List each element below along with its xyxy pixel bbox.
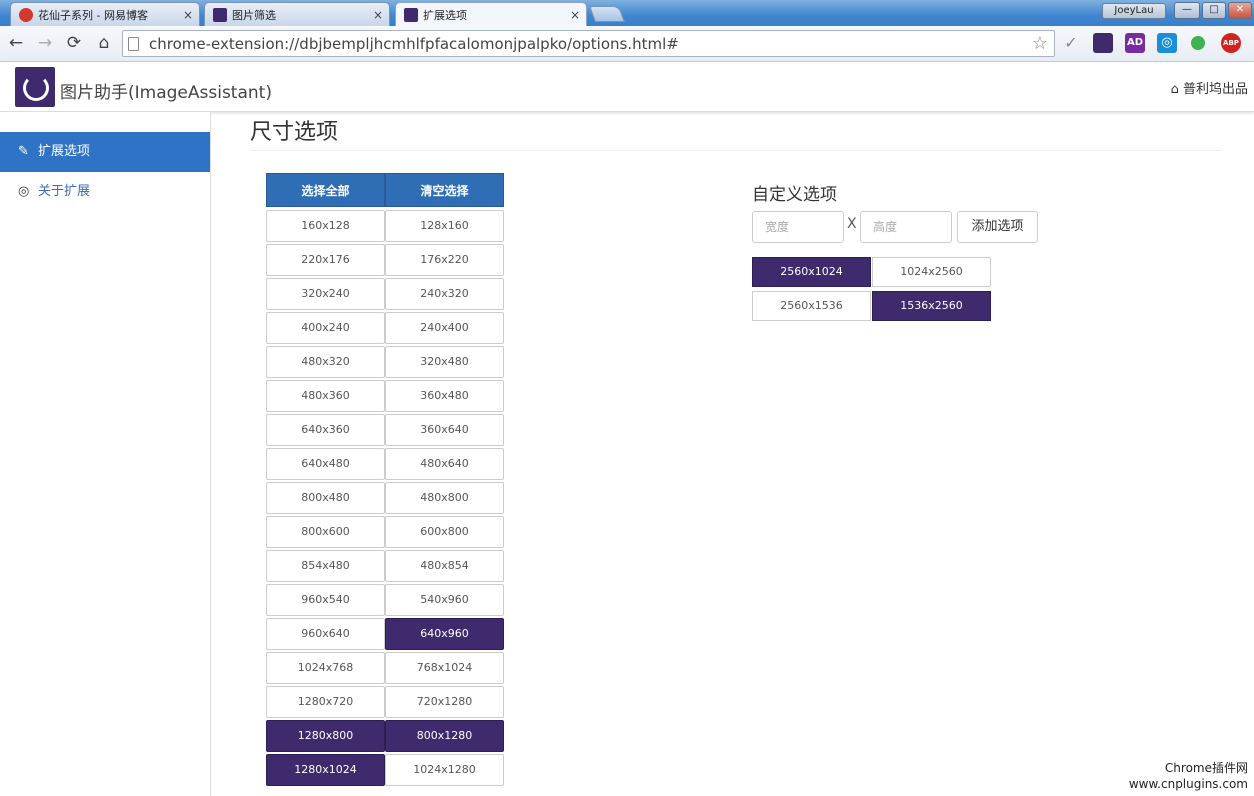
size-option-button[interactable]: 360x480 [385,380,504,412]
height-input[interactable] [860,211,952,243]
size-option-button[interactable]: 160x128 [266,210,385,242]
home-link[interactable]: ⌂ 普利坞出品 [1171,78,1248,97]
sidebar-item-label: 扩展选项 [38,144,91,159]
home-link-label: 普利坞出品 [1182,82,1248,97]
sidebar-item-about[interactable]: ◎ 关于扩展 [0,172,210,212]
custom-size-option-button[interactable]: 1536x2560 [872,291,991,321]
app-logo-icon[interactable] [15,67,55,107]
custom-options-title: 自定义选项 [752,185,837,205]
forward-arrow-icon[interactable]: → [33,31,57,55]
imageassistant-favicon-icon [404,7,418,22]
watermark-line: Chrome插件网 [1164,761,1248,775]
close-icon[interactable]: × [570,8,580,22]
size-option-button[interactable]: 480x800 [385,482,504,514]
size-option-button[interactable]: 800x600 [266,516,385,548]
screenshot-extension-icon[interactable]: ◎ [1157,33,1177,53]
netease-favicon-icon [19,7,33,22]
size-option-button[interactable]: 720x1280 [385,686,504,718]
browser-tab[interactable]: 图片筛选 × [204,2,390,26]
size-option-button[interactable]: 600x800 [385,516,504,548]
imageassistant-favicon-icon [213,7,227,22]
size-option-button[interactable]: 220x176 [266,244,385,276]
size-option-button[interactable]: 540x960 [385,584,504,616]
size-option-button[interactable]: 480x640 [385,448,504,480]
add-option-button[interactable]: 添加选项 [957,211,1038,243]
sidebar-item-label: 关于扩展 [38,184,91,199]
size-option-button[interactable]: 640x960 [385,618,504,650]
custom-size-option-button[interactable]: 2560x1024 [752,257,871,287]
minimize-button[interactable]: — [1174,2,1200,19]
size-option-button[interactable]: 1280x800 [266,720,385,752]
ad-extension-icon[interactable]: AD [1125,33,1145,53]
tab-title: 扩展选项 [423,8,467,22]
tab-title: 花仙子系列 - 网易博客 [38,8,148,22]
clear-selection-button[interactable]: 清空选择 [385,173,504,207]
close-icon[interactable]: × [373,8,383,22]
close-icon[interactable]: × [183,8,193,22]
close-window-button[interactable]: ✕ [1228,2,1252,19]
size-option-button[interactable]: 320x240 [266,278,385,310]
tab-title: 图片筛选 [232,8,276,22]
maximize-button[interactable]: □ [1202,2,1226,19]
divider [250,150,1222,151]
app-title[interactable]: 图片助手(ImageAssistant) [60,78,272,103]
custom-size-option-button[interactable]: 1024x2560 [872,257,991,287]
wrench-icon: ✎ [18,144,29,159]
size-option-button[interactable]: 240x400 [385,312,504,344]
size-option-button[interactable]: 854x480 [266,550,385,582]
size-option-button[interactable]: 1024x768 [266,652,385,684]
size-option-button[interactable]: 480x360 [266,380,385,412]
app-header: 图片助手(ImageAssistant) ⌂ 普利坞出品 [0,62,1254,112]
page-icon [128,37,139,51]
address-bar-url[interactable]: chrome-extension://dbjbempljhcmhlfpfacal… [149,35,679,53]
browser-tab[interactable]: 花仙子系列 - 网易博客 × [10,2,200,26]
size-option-button[interactable]: 1280x1024 [266,754,385,786]
user-profile-badge[interactable]: JoeyLau [1102,3,1166,19]
width-input[interactable] [752,211,844,243]
size-option-button[interactable]: 1024x1280 [385,754,504,786]
size-option-button[interactable]: 176x220 [385,244,504,276]
browser-tab-active[interactable]: 扩展选项 × [395,2,587,26]
size-option-button[interactable]: 768x1024 [385,652,504,684]
home-icon[interactable]: ⌂ [92,31,116,55]
status-dot-icon[interactable] [1191,36,1205,50]
size-option-button[interactable]: 640x480 [266,448,385,480]
size-option-button[interactable]: 480x854 [385,550,504,582]
home-icon: ⌂ [1170,82,1179,97]
reload-icon[interactable]: ⟳ [62,31,86,55]
times-separator: X [847,216,857,232]
back-arrow-icon[interactable]: ← [4,31,28,55]
sidebar-item-options[interactable]: ✎ 扩展选项 [0,132,210,172]
select-all-button[interactable]: 选择全部 [266,173,385,207]
browser-tab-strip: 花仙子系列 - 网易博客 × 图片筛选 × 扩展选项 × JoeyLau — □… [0,0,1254,26]
size-option-button[interactable]: 800x480 [266,482,385,514]
sidebar: ✎ 扩展选项 ◎ 关于扩展 [0,112,211,796]
size-option-button[interactable]: 128x160 [385,210,504,242]
browser-toolbar: ← → ⟳ ⌂ chrome-extension://dbjbempljhcmh… [0,26,1254,62]
size-option-button[interactable]: 960x540 [266,584,385,616]
new-tab-button[interactable] [589,6,625,22]
section-title: 尺寸选项 [250,120,339,145]
check-icon[interactable]: ✓ [1061,33,1081,53]
size-option-button[interactable]: 640x360 [266,414,385,446]
watermark-line: www.cnplugins.com [1128,777,1248,791]
size-option-button[interactable]: 360x640 [385,414,504,446]
size-option-button[interactable]: 800x1280 [385,720,504,752]
custom-size-option-button[interactable]: 2560x1536 [752,291,871,321]
address-bar[interactable]: chrome-extension://dbjbempljhcmhlfpfacal… [122,30,1055,57]
imageassistant-extension-icon[interactable] [1093,33,1113,53]
info-circle-icon: ◎ [18,184,30,199]
size-option-button[interactable]: 320x480 [385,346,504,378]
size-option-button[interactable]: 1280x720 [266,686,385,718]
size-option-button[interactable]: 960x640 [266,618,385,650]
size-option-button[interactable]: 240x320 [385,278,504,310]
bookmark-star-icon[interactable]: ☆ [1032,33,1048,54]
watermark: Chrome插件网 www.cnplugins.com [1129,760,1248,792]
size-option-button[interactable]: 400x240 [266,312,385,344]
size-option-button[interactable]: 480x320 [266,346,385,378]
adblock-icon[interactable]: ABP [1221,33,1241,53]
